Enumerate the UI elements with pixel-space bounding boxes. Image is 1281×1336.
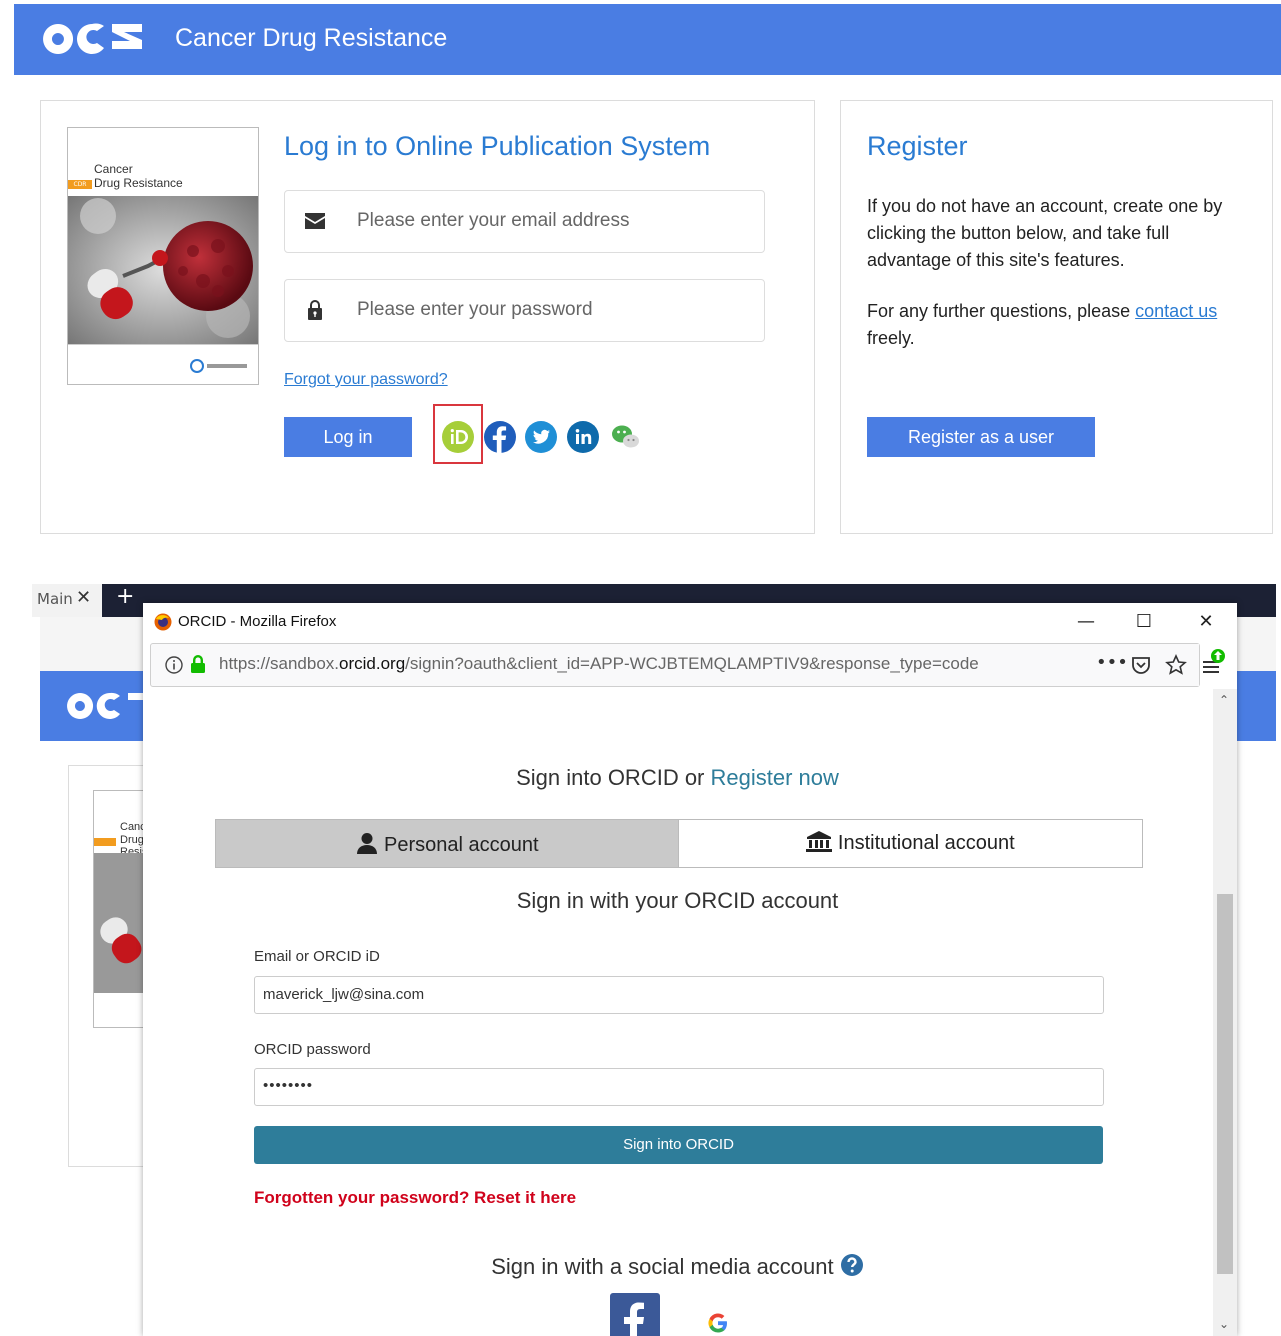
- cover-illustration: [68, 196, 258, 344]
- login-panel: Cancer CDR Drug Resistance Log in to Onl…: [40, 100, 815, 534]
- url-bar[interactable]: https://sandbox.orcid.org/signin?oauth&c…: [150, 643, 1200, 687]
- sign-into-orcid-button[interactable]: Sign into ORCID: [254, 1126, 1103, 1164]
- site-header: Cancer Drug Resistance: [14, 4, 1281, 75]
- register-now-link[interactable]: Register now: [711, 765, 839, 790]
- email-input[interactable]: Please enter your email address: [284, 190, 765, 253]
- google-signin-button[interactable]: [698, 1303, 738, 1336]
- tab-institutional-label: Institutional account: [837, 832, 1015, 854]
- lock-icon: [308, 300, 322, 320]
- contact-us-link[interactable]: contact us: [1135, 301, 1217, 321]
- orcid-heading-text: Sign into ORCID or: [516, 765, 711, 790]
- scroll-thumb[interactable]: [1217, 894, 1233, 1274]
- reset-password-link[interactable]: Forgotten your password? Reset it here: [254, 1188, 576, 1208]
- pocket-icon[interactable]: [1131, 655, 1151, 675]
- contact-prefix: For any further questions, please: [867, 301, 1136, 321]
- cover-title-line2: Drug Resistance: [94, 176, 183, 190]
- google-icon: [708, 1313, 727, 1333]
- facebook-icon: [624, 1302, 644, 1336]
- password-placeholder: Please enter your password: [357, 299, 593, 320]
- bookmark-star-icon[interactable]: [1165, 654, 1187, 676]
- envelope-icon: [305, 213, 325, 229]
- social-signin-heading: Sign in with a social media account: [143, 1253, 1212, 1280]
- facebook-icon[interactable]: [484, 421, 516, 453]
- tab-personal-label: Personal account: [384, 834, 539, 856]
- popup-titlebar: ORCID - Mozilla Firefox — ☐ ✕: [143, 603, 1237, 641]
- email-field-label: Email or ORCID iD: [254, 948, 380, 965]
- orcid-email-value: maverick_ljw@sina.com: [263, 986, 425, 1003]
- tab-personal-account[interactable]: Personal account: [215, 819, 680, 868]
- contact-text: For any further questions, please contac…: [867, 298, 1252, 352]
- url-rest: /signin?oauth&client_id=APP-WCJBTEMQLAMP…: [405, 654, 979, 673]
- journal-cover: Cancer CDR Drug Resistance: [67, 127, 259, 385]
- user-icon: [357, 833, 378, 854]
- orcid-signin-heading: Sign into ORCID or Register now: [143, 765, 1212, 791]
- site-title[interactable]: Cancer Drug Resistance: [175, 24, 447, 53]
- secure-lock-icon[interactable]: [189, 654, 207, 674]
- register-description: If you do not have an account, create on…: [867, 196, 1223, 270]
- oae-publishing-logo: [190, 359, 247, 373]
- firefox-icon: [154, 613, 172, 631]
- popup-window-title: ORCID - Mozilla Firefox: [178, 613, 337, 630]
- cover-badge: CDR: [68, 180, 92, 189]
- institution-icon: [806, 831, 833, 852]
- close-tab-icon[interactable]: ✕: [76, 587, 91, 608]
- orcid-icon[interactable]: [442, 421, 474, 453]
- background-oae-logo: [67, 692, 146, 719]
- facebook-signin-button[interactable]: [610, 1293, 660, 1336]
- password-field-label: ORCID password: [254, 1041, 371, 1058]
- register-button[interactable]: Register as a user: [867, 417, 1095, 457]
- help-icon[interactable]: [840, 1253, 864, 1277]
- url-prefix: https://sandbox.: [219, 654, 340, 673]
- maximize-button[interactable]: ☐: [1121, 607, 1167, 637]
- more-actions-icon[interactable]: •••: [1096, 652, 1128, 673]
- login-button[interactable]: Log in: [284, 417, 412, 457]
- wechat-icon[interactable]: [609, 421, 641, 453]
- background-tab[interactable]: Main ✕: [32, 584, 102, 617]
- orcid-email-field[interactable]: maverick_ljw@sina.com: [254, 976, 1104, 1014]
- minimize-button[interactable]: —: [1063, 607, 1109, 637]
- oae-logo[interactable]: [40, 18, 150, 60]
- menu-update-icon[interactable]: [1201, 647, 1229, 677]
- login-heading: Log in to Online Publication System: [284, 131, 711, 161]
- register-panel: Register If you do not have an account, …: [840, 100, 1273, 534]
- url-text: https://sandbox.orcid.org/signin?oauth&c…: [219, 654, 979, 674]
- info-icon[interactable]: [165, 656, 183, 674]
- new-tab-button[interactable]: +: [116, 584, 134, 609]
- popup-scrollbar[interactable]: ⌃ ⌄: [1213, 689, 1237, 1336]
- cover-title-line1: Cancer: [94, 162, 133, 176]
- scroll-up-icon[interactable]: ⌃: [1219, 693, 1229, 707]
- register-heading: Register: [867, 131, 968, 161]
- url-domain: orcid.org: [339, 654, 406, 673]
- tab-institutional-account[interactable]: Institutional account: [678, 819, 1143, 868]
- social-heading-text: Sign in with a social media account: [491, 1254, 834, 1279]
- linkedin-icon[interactable]: [567, 421, 599, 453]
- close-window-button[interactable]: ✕: [1183, 607, 1229, 637]
- contact-suffix: freely.: [867, 328, 915, 348]
- forgot-password-link[interactable]: Forgot your password?: [284, 371, 448, 389]
- twitter-icon[interactable]: [525, 421, 557, 453]
- background-tab-label: Main: [37, 590, 73, 608]
- signin-subheading: Sign in with your ORCID account: [516, 888, 839, 913]
- email-placeholder: Please enter your email address: [357, 210, 630, 231]
- orcid-password-field[interactable]: ••••••••: [254, 1068, 1104, 1106]
- orcid-popup-window: ORCID - Mozilla Firefox — ☐ ✕ https://sa…: [143, 603, 1237, 1336]
- orcid-password-value: ••••••••: [263, 1077, 314, 1094]
- scroll-down-icon[interactable]: ⌄: [1219, 1317, 1229, 1331]
- password-input[interactable]: Please enter your password: [284, 279, 765, 342]
